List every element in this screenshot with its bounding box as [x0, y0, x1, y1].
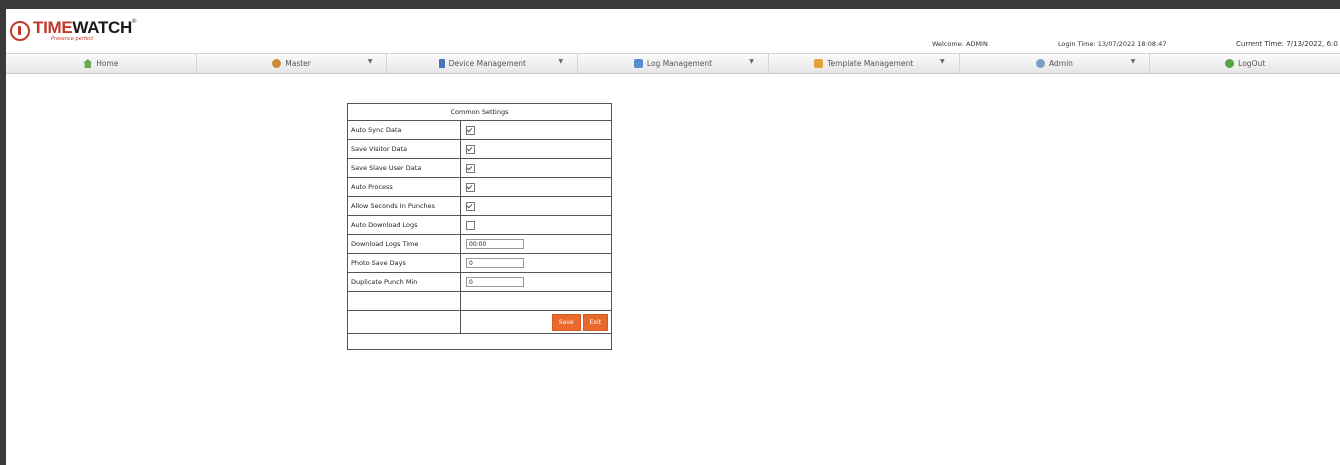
current-time: Current Time: 7/13/2022, 6:0 — [1236, 40, 1338, 48]
setting-label: Photo Save Days — [347, 253, 461, 273]
chevron-down-icon[interactable]: ▼ — [559, 58, 564, 65]
table-row — [347, 333, 612, 350]
auto-download-logs-checkbox[interactable] — [466, 220, 475, 230]
timewatch-logo: TIMEWATCH® Presence perfect — [10, 19, 136, 49]
logo-power-icon — [10, 21, 30, 41]
button-row: Save Exit — [347, 310, 612, 334]
logout-icon — [1225, 59, 1235, 68]
main-menu-bar: Home Master ▼ Device Management ▼ Log Ma… — [6, 53, 1340, 74]
save-visitor-data-checkbox[interactable] — [466, 144, 475, 154]
table-row: Allow Seconds In Punches — [347, 196, 612, 216]
menu-log-management[interactable]: Log Management ▼ — [578, 54, 769, 73]
setting-label: Save Slave User Data — [347, 158, 461, 178]
chevron-down-icon[interactable]: ▼ — [1131, 58, 1136, 65]
menu-logout[interactable]: LogOut — [1150, 54, 1340, 73]
auto-process-checkbox[interactable] — [466, 182, 475, 192]
menu-template-management[interactable]: Template Management ▼ — [769, 54, 960, 73]
setting-label: Duplicate Punch Min — [347, 272, 461, 292]
table-row: Save Slave User Data — [347, 158, 612, 178]
table-row: Photo Save Days 0 — [347, 253, 612, 273]
menu-device-management[interactable]: Device Management ▼ — [387, 54, 579, 73]
home-icon — [83, 59, 93, 68]
auto-sync-data-checkbox[interactable] — [466, 125, 475, 135]
chevron-down-icon[interactable]: ▼ — [749, 58, 754, 65]
setting-label: Allow Seconds In Punches — [347, 196, 461, 216]
save-slave-user-data-checkbox[interactable] — [466, 163, 475, 173]
template-icon — [814, 59, 824, 68]
master-icon — [272, 59, 282, 68]
table-row — [347, 291, 612, 311]
admin-icon — [1036, 59, 1045, 68]
log-icon — [633, 59, 643, 68]
table-row: Download Logs Time 00:00 — [347, 234, 612, 254]
login-time: Login Time: 13/07/2022 18:08:47 — [1058, 40, 1167, 48]
setting-label: Auto Sync Data — [347, 120, 461, 140]
settings-title: Common Settings — [347, 103, 612, 121]
exit-button[interactable]: Exit — [582, 313, 608, 331]
menu-master[interactable]: Master ▼ — [197, 54, 388, 73]
table-row: Save Visitor Data — [347, 139, 612, 159]
duplicate-punch-min-input[interactable]: 0 — [466, 277, 524, 287]
table-row: Auto Sync Data — [347, 120, 612, 140]
setting-label: Save Visitor Data — [347, 139, 461, 159]
save-button[interactable]: Save — [551, 313, 581, 331]
allow-seconds-in-punches-checkbox[interactable] — [466, 201, 475, 211]
table-row: Auto Download Logs — [347, 215, 612, 235]
welcome-text: Welcome: ADMIN — [932, 40, 988, 48]
setting-label: Auto Download Logs — [347, 215, 461, 235]
menu-home[interactable]: Home — [6, 54, 197, 73]
menu-admin[interactable]: Admin ▼ — [960, 54, 1151, 73]
device-icon — [438, 59, 445, 68]
download-logs-time-input[interactable]: 00:00 — [466, 239, 524, 249]
photo-save-days-input[interactable]: 0 — [466, 258, 524, 268]
table-row: Auto Process — [347, 177, 612, 197]
setting-label: Download Logs Time — [347, 234, 461, 254]
table-row: Duplicate Punch Min 0 — [347, 272, 612, 292]
setting-label: Auto Process — [347, 177, 461, 197]
app-window: TIMEWATCH® Presence perfect Welcome: ADM… — [6, 9, 1340, 465]
chevron-down-icon[interactable]: ▼ — [368, 58, 373, 65]
common-settings-table: Common Settings Auto Sync Data Save Visi… — [347, 103, 612, 350]
chevron-down-icon[interactable]: ▼ — [940, 58, 945, 65]
